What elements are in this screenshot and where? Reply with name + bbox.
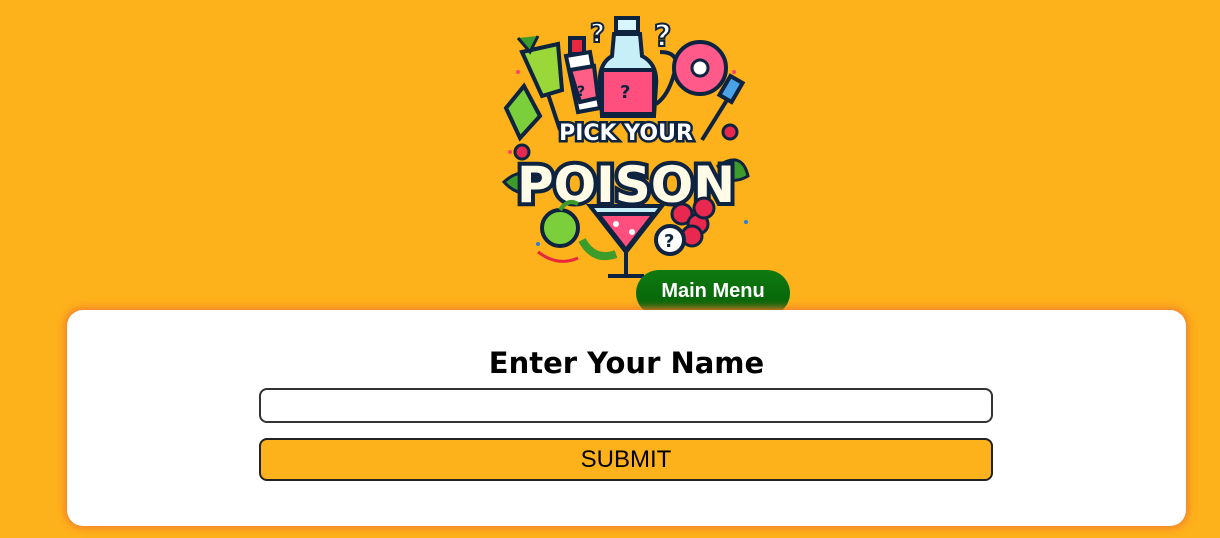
name-input[interactable] [259, 388, 993, 423]
svg-text:?: ? [664, 231, 674, 252]
submit-button[interactable]: SUBMIT [259, 438, 993, 481]
logo-text-line1: PICK YOUR [559, 121, 693, 146]
svg-text:?: ? [654, 19, 671, 54]
svg-text:?: ? [577, 84, 585, 100]
pick-your-poison-logo: ? ? ? ? PICK YOUR POISON ? [498, 12, 754, 284]
name-entry-card: Enter Your Name SUBMIT [67, 310, 1186, 526]
svg-text:?: ? [590, 19, 605, 49]
form-title: Enter Your Name [488, 346, 765, 380]
svg-text:?: ? [620, 82, 630, 103]
logo-graphic: ? ? ? ? PICK YOUR POISON ? [501, 16, 750, 278]
